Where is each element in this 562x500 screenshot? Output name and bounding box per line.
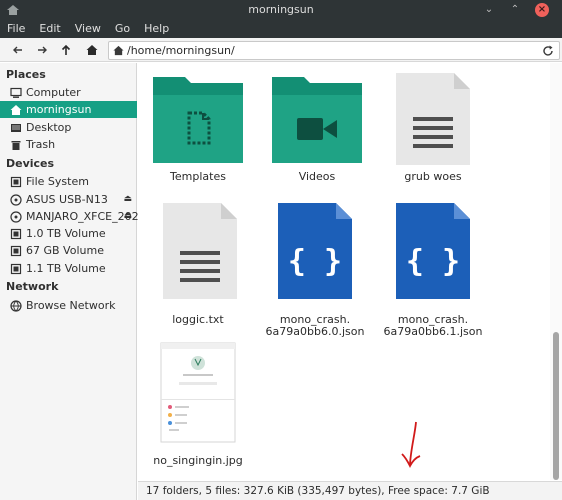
up-arrow-icon[interactable] [58,42,74,58]
address-bar[interactable]: /home/morningsun/ [108,41,560,60]
file-name: grub woes [404,170,462,183]
network-icon [10,299,22,312]
svg-text:{ }: { } [406,244,460,279]
down-arrow-annotation-icon [401,421,421,469]
text-file-icon [396,73,470,165]
sidebar-item-label: File System [26,175,89,188]
sidebar-item-label: Desktop [26,121,72,134]
minimize-icon[interactable]: ⌄ [482,3,496,17]
location-path[interactable]: /home/morningsun/ [127,44,235,57]
file-name-line2: 6a79a0bb6.0.json [265,325,365,338]
sidebar-item-label: morningsun [26,103,92,116]
svg-text:{ }: { } [288,244,342,279]
sidebar-item-computer[interactable]: Computer [0,84,137,101]
eject-icon[interactable]: ⏏ [123,194,132,204]
folder-icon [153,77,243,163]
status-bar: 17 folders, 5 files: 327.6 KiB (335,497 … [138,481,562,500]
sidebar-item-asus-usb[interactable]: ASUS USB-N13 ⏏ [0,191,137,208]
sidebar-item-browse-network[interactable]: Browse Network [0,297,137,314]
section-devices: Devices [6,157,55,170]
file-name-line2: 6a79a0bb6.1.json [383,325,483,338]
drive-icon [10,176,22,187]
drive-icon [10,228,22,239]
home-icon [113,45,124,56]
sidebar-item-manjaro[interactable]: MANJARO_XFCE_2021 ⏏ [0,208,146,225]
sidebar: Places Computer morningsun Desktop Trash… [0,63,146,500]
file-name: loggic.txt [172,313,224,326]
menu-help[interactable]: Help [137,20,176,38]
menu-file[interactable]: File [0,20,32,38]
json-file-icon: { } [278,203,352,299]
file-item[interactable]: Videos [262,73,372,183]
refresh-icon[interactable] [541,44,555,58]
section-network: Network [6,280,59,293]
sidebar-item-desktop[interactable]: Desktop [0,119,137,136]
sidebar-item-label: 1.0 TB Volume [26,227,106,240]
file-item[interactable]: Templates [143,73,253,183]
disc-icon [10,193,22,206]
window-title: morningsun [248,3,314,16]
sidebar-item-1tb-volume[interactable]: 1.0 TB Volume [0,225,137,242]
sidebar-item-67gb-volume[interactable]: 67 GB Volume [0,242,137,259]
title-bar: morningsun ⌄ ⌃ × [0,0,562,20]
disc-icon [10,210,22,223]
drive-icon [10,245,22,256]
forward-arrow-icon[interactable] [34,42,50,58]
sidebar-item-label: Browse Network [26,299,116,312]
file-name: Videos [298,170,336,183]
file-name: Templates [170,170,226,183]
computer-icon [10,87,22,98]
json-file-icon: { } [396,203,470,299]
maximize-icon[interactable]: ⌃ [508,3,522,17]
file-item[interactable]: { } mono_crash. 6a79a0bb6.0.json [260,203,370,338]
drive-icon [10,263,22,274]
home-icon[interactable] [84,42,100,58]
home-icon [10,104,22,115]
trash-icon [11,140,21,150]
file-item[interactable]: grub woes [378,73,488,183]
scrollbar-thumb[interactable] [553,332,559,480]
menu-bar: File Edit View Go Help [0,20,562,38]
sidebar-item-label: 1.1 TB Volume [26,262,106,275]
menu-edit[interactable]: Edit [32,20,67,38]
close-icon[interactable]: × [535,3,549,17]
sidebar-item-file-system[interactable]: File System [0,173,137,190]
file-name: no_singingin.jpg [153,454,243,467]
back-arrow-icon[interactable] [10,42,26,58]
sidebar-item-label: Trash [26,138,56,151]
file-item[interactable]: loggic.txt [143,203,253,326]
sidebar-item-label: Computer [26,86,81,99]
sidebar-item-1-1tb-volume[interactable]: 1.1 TB Volume [0,260,137,277]
file-item[interactable]: no_singingin.jpg [143,341,253,467]
menu-go[interactable]: Go [108,20,137,38]
toolbar: /home/morningsun/ [0,38,562,62]
menu-view[interactable]: View [68,20,108,38]
video-folder-icon [272,77,362,163]
status-text: 17 folders, 5 files: 327.6 KiB (335,497 … [146,485,490,497]
vertical-scrollbar[interactable] [550,63,562,480]
sidebar-item-label: 67 GB Volume [26,244,104,257]
sidebar-item-morningsun[interactable]: morningsun [0,101,137,118]
section-places: Places [6,68,46,81]
text-file-icon [163,203,237,299]
eject-icon[interactable]: ⏏ [123,211,132,221]
file-item[interactable]: { } mono_crash. 6a79a0bb6.1.json [378,203,488,338]
image-thumbnail [160,342,236,443]
desktop-icon [11,123,21,132]
file-view: Templates Videos grub woes loggic.txt {… [138,63,550,480]
sidebar-item-label: ASUS USB-N13 [26,193,108,206]
sidebar-item-trash[interactable]: Trash [0,136,137,153]
